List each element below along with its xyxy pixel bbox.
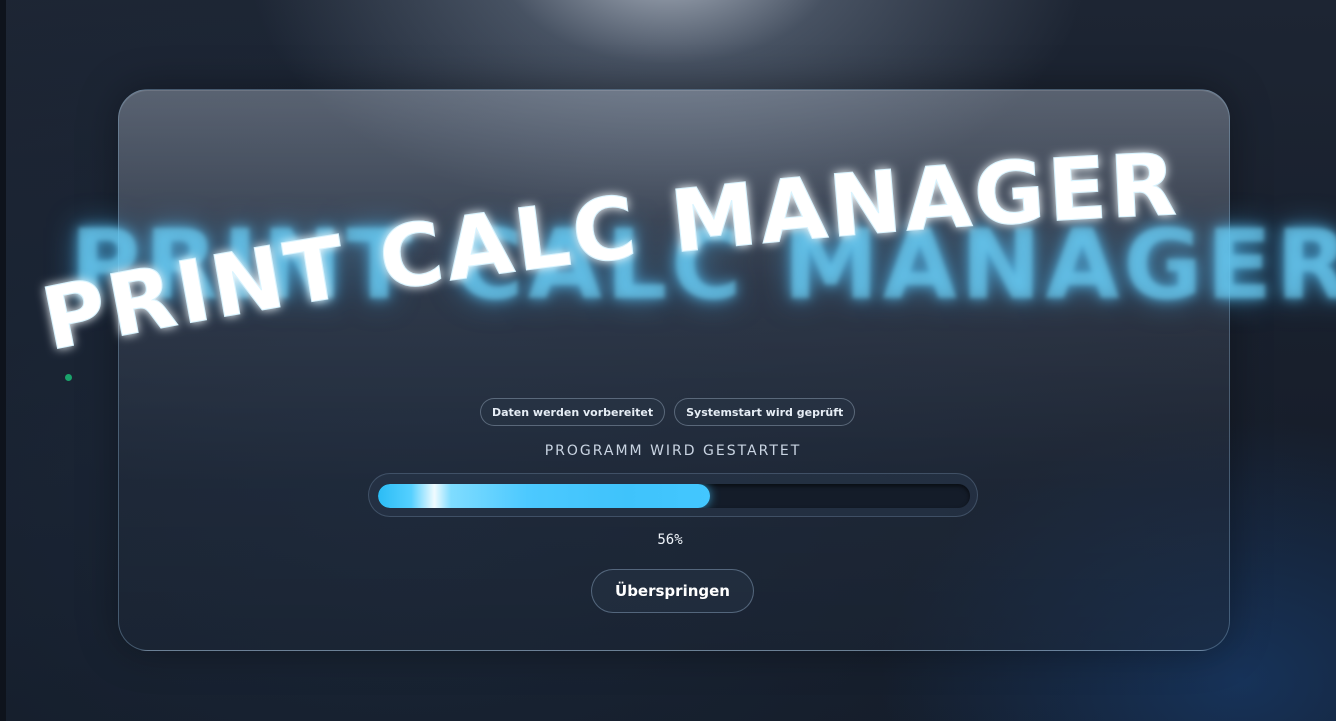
skip-button[interactable]: Überspringen	[591, 569, 754, 613]
chip-data-prepare: Daten werden vorbereitet	[480, 398, 666, 426]
status-chips: Daten werden vorbereitet Systemstart wir…	[480, 398, 866, 428]
window-edge	[0, 0, 6, 721]
app-title: PRINT CALC MANAGER	[30, 135, 1310, 371]
progress-track-inner	[378, 484, 970, 508]
app-title-svg: PRINT CALC MANAGER	[34, 135, 1179, 371]
splash-screen: PRINT CALC MANAGER PRINT CALC MANAGER Da…	[0, 0, 1336, 721]
progress-percent: 56%	[657, 532, 683, 548]
chip-system-check: Systemstart wird geprüft	[674, 398, 856, 426]
status-text: PROGRAMM WIRD GESTARTET	[544, 443, 802, 459]
status-dot	[65, 374, 72, 381]
progress-bar	[368, 473, 978, 517]
progress-fill	[378, 484, 710, 508]
